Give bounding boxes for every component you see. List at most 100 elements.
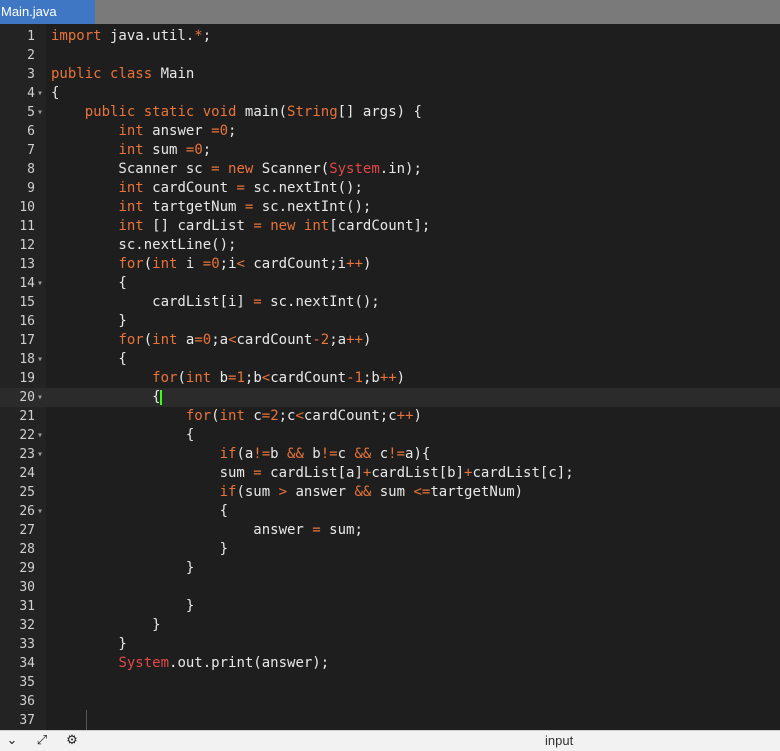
code-token: for [185,408,212,424]
line-number: 27 [19,523,35,538]
code-line[interactable]: 22 ▾ { [0,426,780,445]
code-line[interactable]: 13 for(int i =0;i< cardCount;i++) [0,255,780,274]
code-line[interactable]: 30 [0,578,780,597]
code-line[interactable]: 37 [0,711,780,730]
code-text: { [51,84,59,103]
code-token: { [51,85,60,101]
tab-bar: Main.java [0,0,780,24]
code-text: } [51,616,160,635]
code-line[interactable]: 27 answer = sum; [0,521,780,540]
line-number: 29 [19,561,35,576]
code-line[interactable]: 8 Scanner sc = new Scanner(System.in); [0,160,780,179]
code-line[interactable]: 11 int [] cardList = new int[cardCount]; [0,217,780,236]
code-line[interactable]: 12 sc.nextLine(); [0,236,780,255]
code-line[interactable]: 9 int cardCount = sc.nextInt(); [0,179,780,198]
code-line[interactable]: 28 } [0,540,780,559]
line-number: 2 [27,48,35,63]
code-token: && [354,446,372,462]
code-token: ++ [379,370,397,386]
code-text: { [51,274,126,293]
code-line[interactable]: 6 int answer =0; [0,122,780,141]
code-line[interactable]: 31 } [0,597,780,616]
code-line[interactable]: 10 int tartgetNum = sc.nextInt(); [0,198,780,217]
code-line[interactable]: 19 for(int b=1;b<cardCount-1;b++) [0,369,780,388]
line-number: 16 [19,314,35,329]
code-token: int [185,370,212,386]
code-token: = [236,180,245,196]
code-token: = [202,256,212,272]
code-token: String [287,104,338,120]
code-token: Scanner( [253,161,330,177]
tab-main-java[interactable]: Main.java [0,0,95,24]
code-line[interactable]: 15 cardList[i] = sc.nextInt(); [0,293,780,312]
fold-arrow-icon[interactable]: ▾ [37,274,43,293]
code-text: } [51,559,194,578]
code-line[interactable]: 20 ▾ { [0,388,780,407]
debug-icon[interactable]: ⚙ [63,733,81,749]
fold-arrow-icon[interactable]: ▾ [37,84,43,103]
fold-arrow-icon[interactable]: ▾ [37,445,43,464]
code-line[interactable]: 21 for(int c=2;c<cardCount;c++) [0,407,780,426]
code-line[interactable]: 3 public class Main [0,65,780,84]
code-line[interactable]: 5 ▾ public static void main(String[] args… [0,103,780,122]
code-token: for [118,332,144,348]
code-line[interactable]: 29 } [0,559,780,578]
code-token: ) [413,408,422,424]
code-line[interactable]: 2 [0,46,780,65]
code-token: ;a [211,332,229,348]
code-line[interactable]: 16 } [0,312,780,331]
code-token: Main [152,66,195,82]
code-token: for [152,370,178,386]
fold-arrow-icon[interactable]: ▾ [37,103,43,122]
fold-arrow-icon[interactable]: ▾ [37,502,43,521]
expand-arrows-icon[interactable]: ⤢ [33,733,51,749]
code-token: b [211,370,229,386]
code-text: int tartgetNum = sc.nextInt(); [51,198,371,217]
code-line[interactable]: 25 if(sum > answer && sum <=tartgetNum) [0,483,780,502]
code-line[interactable]: 35 [0,673,780,692]
code-token: ++ [346,256,363,272]
code-line[interactable]: 17 for(int a=0;a<cardCount-2;a++) [0,331,780,350]
code-line[interactable]: 1 import java.util.*; [0,27,780,46]
code-token: sum; [320,522,363,538]
code-text: { [51,388,162,407]
text-cursor [159,389,162,405]
code-token: 2 [320,332,330,348]
code-line[interactable]: 14 ▾ { [0,274,780,293]
line-number: 31 [19,599,35,614]
code-line[interactable]: 18 ▾ { [0,350,780,369]
line-number: 34 [19,656,35,671]
code-line[interactable]: 4 ▾ { [0,84,780,103]
code-text: if(sum > answer && sum <=tartgetNum) [51,483,523,502]
code-line[interactable]: 23 ▾ if(a!=b && b!=c && c!=a){ [0,445,780,464]
code-line[interactable]: 34 System.out.print(answer); [0,654,780,673]
code-token: int [118,180,144,196]
fold-arrow-icon[interactable]: ▾ [37,426,43,445]
chevron-down-icon[interactable]: ⌄ [3,733,21,749]
code-editor[interactable]: 1 import java.util.*; 2 3 public class Main 4… [0,24,780,730]
code-line[interactable]: 7 int sum =0; [0,141,780,160]
code-text: for(int a=0;a<cardCount-2;a++) [51,331,371,350]
code-token: (a [236,446,254,462]
code-line[interactable]: 26 ▾ { [0,502,780,521]
code-token: = [194,332,203,348]
fold-arrow-icon[interactable]: ▾ [37,350,43,369]
line-number: 15 [19,295,35,310]
code-token: && [354,484,372,500]
code-line[interactable]: 33 } [0,635,780,654]
line-number: 24 [19,466,35,481]
input-label[interactable]: input [545,733,573,748]
code-line[interactable]: 24 sum = cardList[a]+cardList[b]+cardLis… [0,464,780,483]
code-token: ( [177,370,186,386]
code-token: for [118,256,144,272]
code-token: != [253,446,271,462]
code-token: int [152,332,178,348]
fold-arrow-icon[interactable]: ▾ [37,388,43,407]
code-line[interactable]: 32 } [0,616,780,635]
line-number: 9 [27,181,35,196]
code-line[interactable]: 36 [0,692,780,711]
